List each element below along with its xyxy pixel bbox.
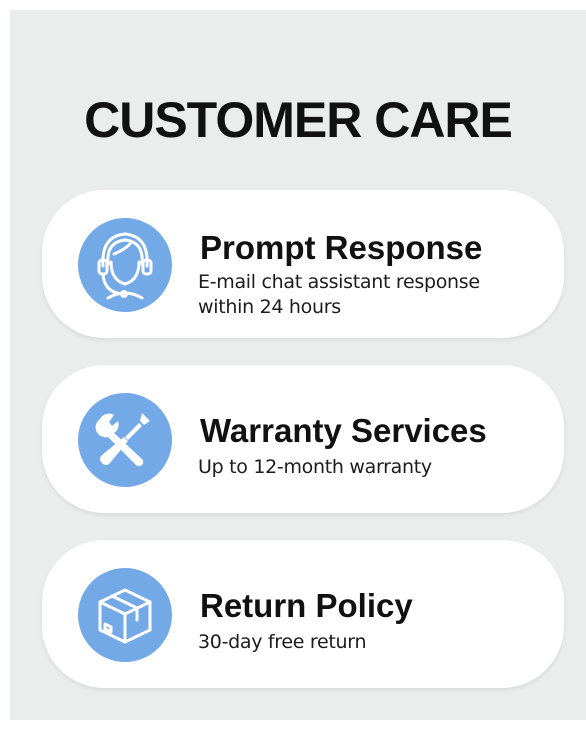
card-warranty-services: Warranty Services Up to 12-month warrant… — [42, 365, 564, 513]
card-heading: Warranty Services — [200, 412, 487, 449]
card-prompt-response: Prompt Response E-mail chat assistant re… — [42, 190, 564, 338]
headset-agent-icon — [78, 218, 172, 312]
card-description: E-mail chat assistant response within 24… — [198, 271, 480, 318]
card-heading: Prompt Response — [200, 229, 483, 266]
card-description: 30-day free return — [198, 631, 367, 653]
package-box-icon — [78, 568, 172, 662]
page-title: CUSTOMER CARE — [84, 92, 513, 148]
customer-care-panel: CUSTOMER CARE Prompt Response E-mail cha… — [10, 10, 586, 720]
wrench-screwdriver-icon — [78, 393, 172, 487]
card-description: Up to 12-month warranty — [198, 456, 432, 478]
card-heading: Return Policy — [200, 587, 413, 624]
card-return-policy: Return Policy 30-day free return — [42, 540, 564, 688]
